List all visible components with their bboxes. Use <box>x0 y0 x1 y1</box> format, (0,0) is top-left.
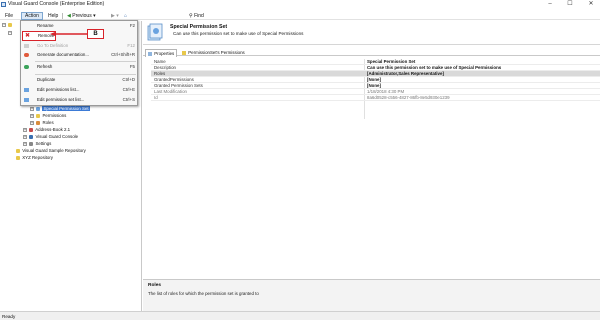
back-arrow-icon: ◀ <box>67 13 71 19</box>
tree-item-address-book[interactable]: + Address-Book 2.1 <box>23 127 70 133</box>
toolbar-separator <box>62 13 63 19</box>
tree-item-sample-repository[interactable]: Visual Guard Sample Repository <box>16 148 86 154</box>
tree-item-visual-guard-console[interactable]: + Visual Guard Console <box>23 134 78 140</box>
application-icon <box>29 134 34 139</box>
status-bar: Ready <box>0 311 600 320</box>
menu-item-rename[interactable]: Rename F2 <box>22 22 137 30</box>
tab-permission-sets-permissions[interactable]: PermissionSet's Permissions <box>180 49 247 57</box>
minimize-button[interactable]: – <box>543 0 557 9</box>
roles-icon <box>36 120 41 125</box>
app-icon <box>1 2 6 7</box>
permission-set-icon <box>36 106 41 111</box>
menu-help[interactable]: Help <box>45 12 61 20</box>
refresh-icon <box>24 65 29 69</box>
expand-icon[interactable]: + <box>23 141 27 146</box>
next-button[interactable]: ▶ ▾ <box>111 12 119 20</box>
repository-icon <box>16 155 20 160</box>
expand-icon[interactable]: − <box>8 30 12 35</box>
menu-item-refresh[interactable]: Refresh F5 <box>22 63 137 71</box>
application-icon <box>29 127 34 132</box>
property-description-panel: Roles The list of roles for which the pe… <box>143 279 600 311</box>
tree-icon: ⌂ <box>124 13 128 19</box>
menu-separator <box>35 74 136 75</box>
properties-icon <box>148 51 152 56</box>
search-icon: ⚲ <box>189 13 193 19</box>
close-button[interactable]: ✕ <box>584 0 598 9</box>
window-title: Visual Guard Console (Enterprise Edition… <box>8 1 105 7</box>
collapse-icon[interactable]: − <box>2 22 6 27</box>
expand-icon[interactable]: + <box>30 113 34 118</box>
gear-icon <box>29 141 34 146</box>
rename-icon <box>24 24 29 28</box>
menu-item-edit-permission-set-list[interactable]: Edit permission set list... Ctrl+S <box>22 96 137 104</box>
details-pane: Special Permission Set Can use this perm… <box>143 21 600 311</box>
tree-item-special-permission-set[interactable]: + Special Permission Set <box>30 106 90 112</box>
previous-button[interactable]: ◀ Previous ▾ <box>67 12 96 20</box>
home-button[interactable]: ⌂ <box>124 12 127 20</box>
permission-set-icon <box>147 23 163 41</box>
menu-item-edit-permissions-list[interactable]: Edit permissions list... Ctrl+E <box>22 86 137 94</box>
find-button[interactable]: ⚲ Find <box>189 12 204 20</box>
repository-icon <box>16 148 20 153</box>
folder-icon <box>8 22 13 27</box>
tree-item-permissions[interactable]: + Permissions <box>30 113 66 119</box>
callout-arrow-icon <box>50 32 87 36</box>
chevron-down-icon: ▾ <box>116 13 119 19</box>
menu-action[interactable]: Action <box>21 12 43 20</box>
tree-item-settings[interactable]: + Settings <box>23 141 51 147</box>
key-icon <box>182 50 186 55</box>
definition-icon <box>24 44 29 48</box>
maximize-button[interactable]: ☐ <box>563 0 577 9</box>
menu-item-generate-documentation[interactable]: Generate documentation... Ctrl+Shift+R <box>22 51 137 59</box>
menu-item-duplicate[interactable]: Duplicate Ctrl+D <box>22 76 137 84</box>
menu-item-go-to-definition: Go To Definition F12 <box>22 42 137 50</box>
app-window: Visual Guard Console (Enterprise Edition… <box>0 0 600 320</box>
details-title: Special Permission Set <box>170 24 228 30</box>
tab-strip: Properties PermissionSet's Permissions <box>143 48 600 57</box>
expand-icon[interactable]: + <box>30 120 34 125</box>
property-row[interactable]: Id 8a6d0528-c556-4827-86fb-8e5d930e1239 <box>151 95 600 101</box>
chevron-down-icon: ▾ <box>93 13 96 19</box>
key-icon <box>36 113 41 118</box>
tree-root[interactable]: − <box>2 22 13 28</box>
property-description-text: The list of roles for which the permissi… <box>148 291 259 296</box>
menu-separator <box>35 61 136 62</box>
delete-icon: ✖ <box>25 33 31 39</box>
documentation-icon <box>24 53 29 57</box>
title-bar: Visual Guard Console (Enterprise Edition… <box>0 0 600 9</box>
forward-arrow-icon: ▶ <box>111 13 115 19</box>
edit-icon <box>24 98 29 102</box>
details-header: Special Permission Set Can use this perm… <box>143 21 600 45</box>
tree-item-roles[interactable]: + Roles <box>30 120 54 126</box>
expand-icon[interactable]: + <box>23 127 27 132</box>
tree-node[interactable]: − <box>8 30 13 36</box>
status-text: Ready <box>2 314 16 319</box>
expand-icon[interactable]: + <box>30 106 34 111</box>
menu-file[interactable]: File <box>2 12 16 20</box>
expand-icon[interactable]: + <box>23 134 27 139</box>
tree-item-xyz-repository[interactable]: XYZ Repository <box>16 155 53 161</box>
tab-properties[interactable]: Properties <box>145 49 178 57</box>
callout-label: B <box>87 29 104 39</box>
details-description: Can use this permission set to make use … <box>173 31 304 36</box>
property-description-title: Roles <box>148 283 162 288</box>
menu-bar: File Action Help ◀ Previous ▾ ▶ ▾ ⌂ ⚲ Fi… <box>0 11 600 20</box>
edit-icon <box>24 88 29 92</box>
